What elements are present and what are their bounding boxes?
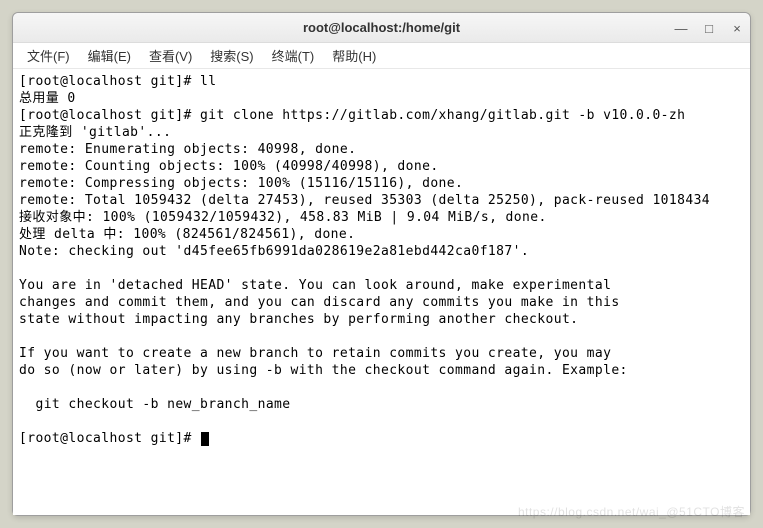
terminal-line: changes and commit them, and you can dis…	[19, 294, 744, 311]
menu-help[interactable]: 帮助(H)	[324, 44, 384, 67]
minimize-icon[interactable]: —	[674, 21, 688, 35]
terminal-line	[19, 379, 744, 396]
terminal-line: [root@localhost git]# git clone https://…	[19, 107, 744, 124]
maximize-icon[interactable]: □	[702, 21, 716, 35]
terminal-line	[19, 328, 744, 345]
terminal-line: [root@localhost git]# ll	[19, 73, 744, 90]
terminal-line	[19, 413, 744, 430]
menu-terminal[interactable]: 终端(T)	[264, 44, 323, 67]
terminal-line: You are in 'detached HEAD' state. You ca…	[19, 277, 744, 294]
terminal-line: remote: Enumerating objects: 40998, done…	[19, 141, 744, 158]
terminal-prompt-line: [root@localhost git]#	[19, 430, 744, 447]
menubar: 文件(F) 编辑(E) 查看(V) 搜索(S) 终端(T) 帮助(H)	[13, 43, 750, 69]
menu-edit[interactable]: 编辑(E)	[80, 44, 139, 67]
titlebar: root@localhost:/home/git — □ ×	[13, 13, 750, 43]
terminal-line: do so (now or later) by using -b with th…	[19, 362, 744, 379]
window-controls: — □ ×	[674, 13, 744, 43]
terminal-line: 正克隆到 'gitlab'...	[19, 124, 744, 141]
menu-search[interactable]: 搜索(S)	[202, 44, 261, 67]
menu-view[interactable]: 查看(V)	[141, 44, 200, 67]
terminal-prompt: [root@localhost git]#	[19, 431, 200, 446]
terminal-line: 接收对象中: 100% (1059432/1059432), 458.83 Mi…	[19, 209, 744, 226]
terminal-line: Note: checking out 'd45fee65fb6991da0286…	[19, 243, 744, 260]
terminal-line: git checkout -b new_branch_name	[19, 396, 744, 413]
terminal-cursor	[201, 432, 209, 446]
terminal-window: root@localhost:/home/git — □ × 文件(F) 编辑(…	[12, 12, 751, 516]
terminal-output[interactable]: [root@localhost git]# ll总用量 0[root@local…	[13, 69, 750, 515]
terminal-line: remote: Total 1059432 (delta 27453), reu…	[19, 192, 744, 209]
terminal-line: state without impacting any branches by …	[19, 311, 744, 328]
window-title: root@localhost:/home/git	[303, 20, 460, 35]
terminal-line: remote: Compressing objects: 100% (15116…	[19, 175, 744, 192]
terminal-line: 处理 delta 中: 100% (824561/824561), done.	[19, 226, 744, 243]
close-icon[interactable]: ×	[730, 21, 744, 35]
terminal-line: remote: Counting objects: 100% (40998/40…	[19, 158, 744, 175]
terminal-line	[19, 260, 744, 277]
terminal-line: 总用量 0	[19, 90, 744, 107]
menu-file[interactable]: 文件(F)	[19, 44, 78, 67]
terminal-line: If you want to create a new branch to re…	[19, 345, 744, 362]
